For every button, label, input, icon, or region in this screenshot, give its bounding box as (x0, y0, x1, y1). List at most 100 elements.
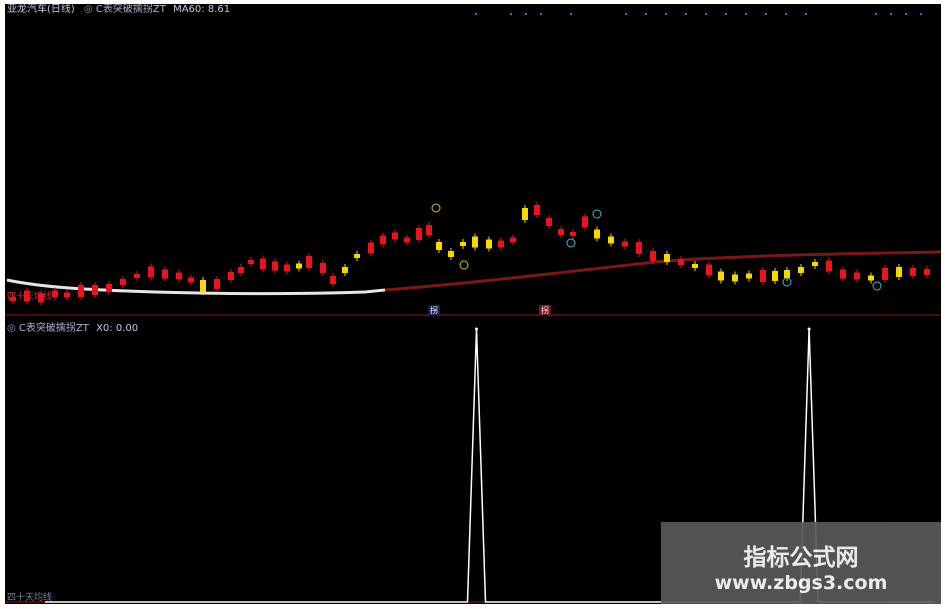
price-chart[interactable]: 拐 拐 (5, 4, 941, 604)
candle-body (380, 235, 386, 245)
top-dot (765, 13, 767, 15)
top-dot (570, 13, 572, 15)
candle-body (732, 274, 738, 282)
candle-body (238, 267, 244, 273)
candle-body (392, 232, 398, 240)
wave-label-icon (566, 238, 576, 248)
candle-body (678, 259, 684, 265)
signal-peak (475, 327, 478, 331)
candle-body (426, 225, 432, 235)
candle-body (868, 275, 874, 281)
top-dot (625, 13, 627, 15)
candle-body (448, 251, 454, 257)
marker-text: 拐 (430, 305, 438, 315)
candle-body (522, 208, 528, 220)
candle-body (826, 260, 832, 272)
candle-body (248, 260, 254, 264)
candle-body (582, 216, 588, 228)
top-dot (725, 13, 727, 15)
candle-body (706, 264, 712, 276)
top-dot (890, 13, 892, 15)
candle-body (38, 293, 44, 303)
candle-body (760, 270, 766, 282)
candle-body (608, 236, 614, 244)
candle-body (24, 290, 30, 302)
candle-body (472, 236, 478, 248)
candle-body (296, 263, 302, 269)
candle-body (664, 254, 670, 262)
candle-body (52, 290, 58, 298)
candle-body (650, 251, 656, 261)
candle-body (10, 297, 16, 301)
candle-body (162, 269, 168, 279)
candle-body (692, 264, 698, 268)
candle-body (636, 242, 642, 254)
candle-body (284, 264, 290, 272)
candle-body (214, 279, 220, 289)
top-dot (685, 13, 687, 15)
candle-body (188, 277, 194, 283)
candle-body (330, 276, 336, 284)
candle-body (460, 242, 466, 246)
stock-chart-window: 亚龙汽车(日线) ◎ C表突破擒拐ZT MA60: 8.61 ◎ C表突破擒拐Z… (5, 4, 941, 604)
candle-body (924, 269, 930, 275)
candle-body (134, 274, 140, 278)
top-dot (475, 13, 477, 15)
candle-body (534, 205, 540, 215)
top-dot (665, 13, 667, 15)
candle-body (622, 241, 628, 247)
candle-body (498, 240, 504, 248)
candle-body (306, 256, 312, 268)
candle-body (64, 292, 70, 298)
candle-body (176, 272, 182, 280)
candle-body (798, 267, 804, 273)
candle-body (200, 280, 206, 292)
long-ma-line (6, 278, 386, 295)
candle-body (746, 273, 752, 279)
top-dot (745, 13, 747, 15)
wave-label-icon (459, 260, 469, 270)
marker-1[interactable]: 拐 (428, 305, 440, 315)
candle-body (854, 272, 860, 280)
wave-label-icon (872, 281, 882, 291)
top-dot (510, 13, 512, 15)
top-dot (905, 13, 907, 15)
watermark-url: www.zbgs3.com (714, 572, 888, 594)
candle-body (354, 254, 360, 258)
top-dot (920, 13, 922, 15)
candle-body (320, 263, 326, 273)
ma-line (384, 250, 941, 292)
candle-body (510, 237, 516, 243)
candle-body (812, 262, 818, 266)
candle-body (368, 242, 374, 254)
candle-body (260, 258, 266, 270)
watermark-title: 指标公式网 (743, 545, 859, 571)
candle-body (106, 284, 112, 292)
candle-body (120, 279, 126, 285)
top-dot (785, 13, 787, 15)
candle-body (436, 242, 442, 250)
candle-body (772, 271, 778, 281)
wave-label-icon (592, 209, 602, 219)
candle-body (228, 272, 234, 280)
candle-body (416, 228, 422, 240)
candle-body (882, 268, 888, 280)
candle-body (594, 229, 600, 239)
marker-text: 拐 (541, 305, 549, 315)
candle-body (342, 267, 348, 273)
top-dots (475, 13, 922, 15)
candle-body (784, 270, 790, 278)
top-dot (645, 13, 647, 15)
candle-body (840, 269, 846, 279)
top-dot (875, 13, 877, 15)
candle-body (78, 285, 84, 297)
candle-body (404, 237, 410, 243)
candle-body (546, 218, 552, 226)
candle-body (272, 261, 278, 271)
candle-body (718, 271, 724, 281)
marker-2[interactable]: 拐 (539, 305, 551, 315)
candle-body (910, 268, 916, 276)
top-dot (705, 13, 707, 15)
candle-body (896, 267, 902, 277)
candle-body (570, 232, 576, 236)
